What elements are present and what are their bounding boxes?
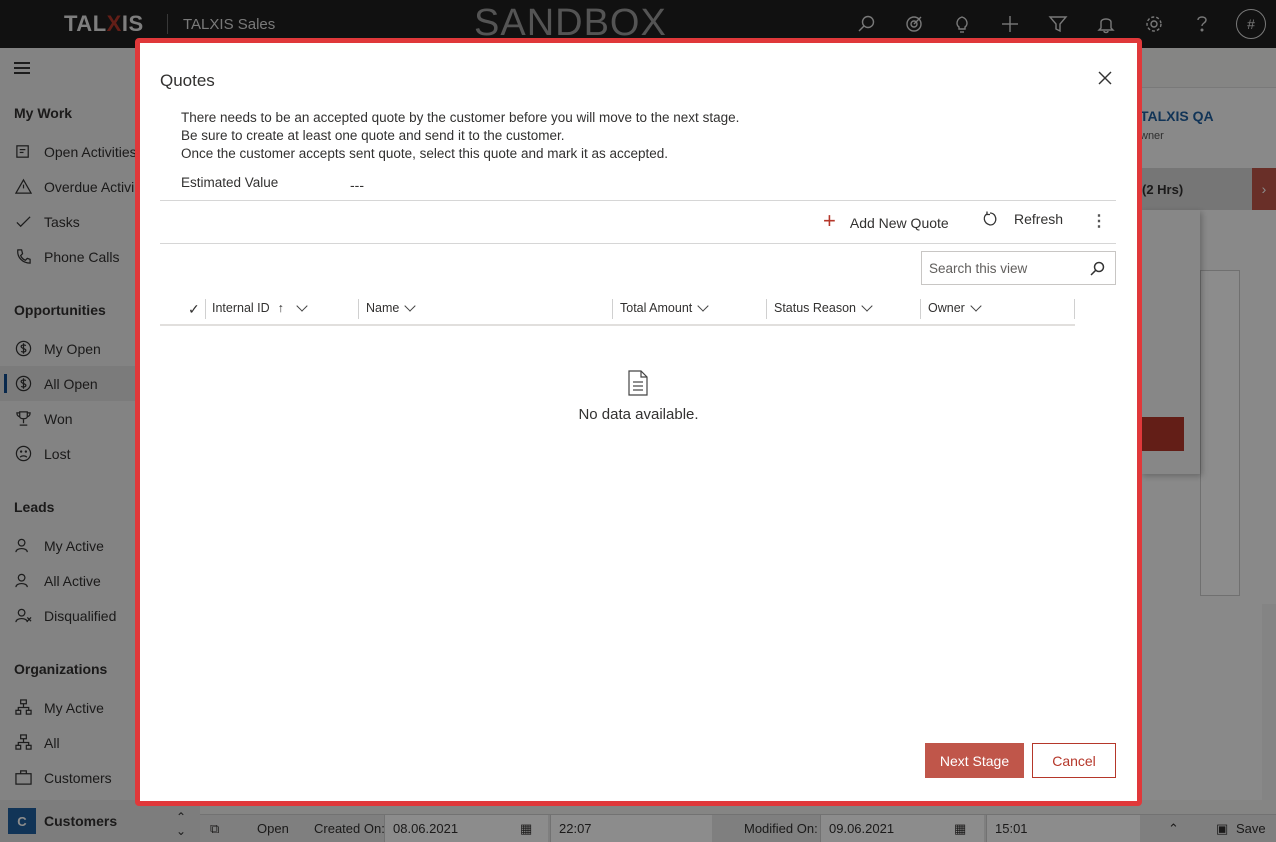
chevron-down-icon [697,299,709,312]
estimated-value-label: Estimated Value [181,175,279,190]
refresh-icon [983,211,997,226]
quotes-dialog: Quotes There needs to be an accepted quo… [135,38,1142,806]
select-all-checkmark[interactable]: ✓ [188,301,200,318]
column-owner[interactable]: Owner [928,293,982,323]
plus-icon: + [823,208,836,233]
column-internal-id[interactable]: Internal ID ↑ [212,293,308,323]
column-name[interactable]: Name [366,293,417,323]
next-stage-button[interactable]: Next Stage [925,743,1024,778]
search-input[interactable]: Search this view [921,251,1116,285]
chevron-down-icon [970,299,982,312]
dialog-description: There needs to be an accepted quote by t… [181,110,740,161]
estimated-value: --- [350,177,364,193]
empty-state-text: No data available. [578,406,699,423]
column-total-amount[interactable]: Total Amount [620,293,709,323]
chevron-down-icon [404,299,417,312]
column-status-reason[interactable]: Status Reason [774,293,873,323]
sort-ascending-icon: ↑ [277,301,284,315]
grid-header: ✓ Internal ID ↑ Name Total Amount Status … [160,293,1075,326]
cancel-button[interactable]: Cancel [1032,743,1116,778]
chevron-down-icon [861,299,873,312]
search-icon[interactable] [1090,261,1105,276]
document-icon [627,370,649,396]
divider [160,243,1116,244]
chevron-down-icon [296,299,308,312]
dialog-title: Quotes [160,71,215,90]
divider [160,200,1116,201]
more-options-icon[interactable]: ⋮ [1091,211,1107,231]
refresh-button[interactable]: Refresh [982,211,1063,227]
add-new-quote-button[interactable]: + Add New Quote [823,208,949,234]
close-icon[interactable] [1098,71,1114,87]
